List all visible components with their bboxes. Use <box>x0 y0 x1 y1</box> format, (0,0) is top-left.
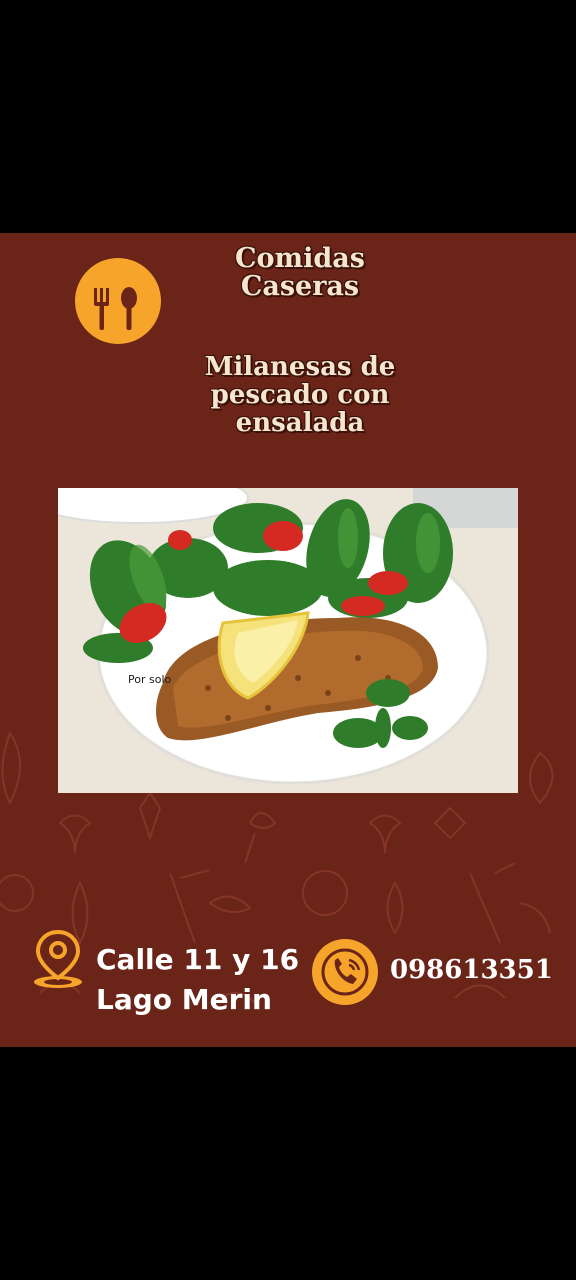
fork-spoon-icon <box>75 258 161 344</box>
dish-title: Milanesas de pescado con ensalada <box>204 352 396 438</box>
phone-icon <box>312 939 378 1005</box>
address-line-2: Lago Merin <box>96 983 272 1016</box>
dish-photo: Por solo <box>58 488 518 793</box>
address: Calle 11 y 16 Lago Merin <box>96 940 299 1020</box>
brand-title: Comidas Caseras <box>235 243 365 302</box>
photo-caption: Por solo <box>128 673 172 686</box>
promo-flyer: Comidas Caseras Milanesas de pescado con… <box>0 233 576 1047</box>
location-pin-icon <box>34 929 82 988</box>
address-line-1: Calle 11 y 16 <box>96 943 300 976</box>
phone-number[interactable]: 098613351 <box>390 955 553 985</box>
